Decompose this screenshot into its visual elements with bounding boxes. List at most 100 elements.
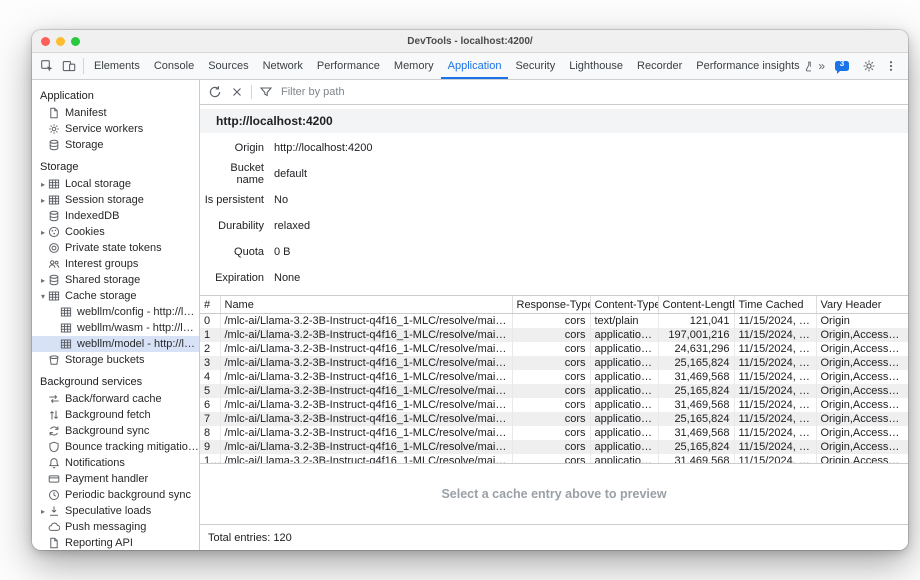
cache-meta-value: relaxed — [274, 220, 310, 232]
service-worker-icon — [48, 123, 60, 135]
expander-right-icon[interactable]: ▸ — [38, 276, 48, 285]
column-header-content-type[interactable]: Content-Type — [590, 296, 658, 314]
tab-performance-insights[interactable]: Performance insights — [689, 53, 811, 79]
more-tabs-chevron-icon[interactable]: » — [811, 59, 832, 73]
delete-selected-icon[interactable] — [226, 82, 248, 102]
tab-elements[interactable]: Elements — [87, 53, 147, 79]
cache-entry-row[interactable]: 0/mlc-ai/Llama-3.2-3B-Instruct-q4f16_1-M… — [200, 314, 908, 329]
sidebar-item-private-state-tokens[interactable]: Private state tokens — [32, 240, 199, 256]
sidebar-item-label: Periodic background sync — [65, 489, 191, 501]
cell-name: /mlc-ai/Llama-3.2-3B-Instruct-q4f16_1-ML… — [220, 314, 512, 329]
cache-view: http://localhost:4200 Originhttp://local… — [200, 105, 908, 463]
inspect-element-icon[interactable] — [36, 56, 58, 76]
cell-content-type: application/oc… — [590, 440, 658, 454]
expander-right-icon[interactable]: ▸ — [38, 507, 48, 516]
tab-label: Recorder — [637, 60, 682, 72]
sidebar-item-storage[interactable]: Storage — [32, 137, 199, 153]
tab-lighthouse[interactable]: Lighthouse — [562, 53, 630, 79]
sidebar-item-label: Session storage — [65, 194, 144, 206]
sidebar-item-local-storage[interactable]: ▸Local storage — [32, 176, 199, 192]
minimize-window-button[interactable] — [56, 37, 65, 46]
console-messages-button[interactable]: 3 — [835, 59, 855, 73]
cache-entry-row[interactable]: 8/mlc-ai/Llama-3.2-3B-Instruct-q4f16_1-M… — [200, 426, 908, 440]
sidebar-item-session-storage[interactable]: ▸ Session storage — [32, 192, 199, 208]
tab-console[interactable]: Console — [147, 53, 201, 79]
cell-number: 9 — [200, 440, 220, 454]
tab-security[interactable]: Security — [508, 53, 562, 79]
cache-entry-row[interactable]: 6/mlc-ai/Llama-3.2-3B-Instruct-q4f16_1-M… — [200, 398, 908, 412]
column-header-content-length[interactable]: Content-Length — [658, 296, 734, 314]
cache-entry-row[interactable]: 2/mlc-ai/Llama-3.2-3B-Instruct-q4f16_1-M… — [200, 342, 908, 356]
sidebar-item-label: webllm/config - http://loc… — [77, 306, 199, 318]
filter-funnel-icon — [255, 82, 277, 102]
sidebar-item-payment-handler[interactable]: Payment handler — [32, 471, 199, 487]
zoom-window-button[interactable] — [71, 37, 80, 46]
sidebar-item-webllm-model-http-loc[interactable]: webllm/model - http://loc… — [32, 336, 199, 352]
column-header-vary-header[interactable]: Vary Header — [816, 296, 908, 314]
refresh-icon[interactable] — [204, 82, 226, 102]
settings-gear-icon[interactable] — [858, 56, 880, 76]
sidebar-item-back-forward-cache[interactable]: Back/forward cache — [32, 391, 199, 407]
database-icon — [48, 139, 60, 151]
filter-input[interactable]: Filter by path — [281, 86, 345, 98]
expander-right-icon[interactable]: ▸ — [38, 228, 48, 237]
sidebar-item-background-fetch[interactable]: Background fetch — [32, 407, 199, 423]
cell-content-length: 25,165,824 — [658, 412, 734, 426]
tab-recorder[interactable]: Recorder — [630, 53, 689, 79]
sidebar-item-service-workers[interactable]: Service workers — [32, 121, 199, 137]
sidebar-item-indexeddb[interactable]: IndexedDB — [32, 208, 199, 224]
document-icon — [48, 537, 60, 549]
sidebar-item-storage-buckets[interactable]: Storage buckets — [32, 352, 199, 368]
cache-entry-row[interactable]: 3/mlc-ai/Llama-3.2-3B-Instruct-q4f16_1-M… — [200, 356, 908, 370]
device-toolbar-icon[interactable] — [58, 56, 80, 76]
column-header-number[interactable]: # — [200, 296, 220, 314]
cell-content-type: application/oc… — [590, 412, 658, 426]
tab-performance[interactable]: Performance — [310, 53, 387, 79]
cache-entry-row[interactable]: 9/mlc-ai/Llama-3.2-3B-Instruct-q4f16_1-M… — [200, 440, 908, 454]
column-header-name[interactable]: Name — [220, 296, 512, 314]
sidebar-item-reporting-api[interactable]: Reporting API — [32, 535, 199, 550]
flask-icon — [804, 61, 812, 72]
cell-name: /mlc-ai/Llama-3.2-3B-Instruct-q4f16_1-ML… — [220, 398, 512, 412]
cell-response-type: cors — [512, 314, 590, 329]
expander-down-icon[interactable]: ▾ — [38, 292, 48, 301]
sidebar-item-label: webllm/model - http://loc… — [77, 338, 199, 350]
sidebar-item-push-messaging[interactable]: Push messaging — [32, 519, 199, 535]
sidebar-item-manifest[interactable]: Manifest — [32, 105, 199, 121]
cell-vary-header: Origin,Access… — [816, 342, 908, 356]
tab-application[interactable]: Application — [441, 53, 509, 79]
sidebar-item-webllm-wasm-http-loca[interactable]: webllm/wasm - http://loca… — [32, 320, 199, 336]
tab-memory[interactable]: Memory — [387, 53, 441, 79]
cache-entry-row[interactable]: 10/mlc-ai/Llama-3.2-3B-Instruct-q4f16_1-… — [200, 454, 908, 463]
tab-network[interactable]: Network — [256, 53, 310, 79]
cache-entry-row[interactable]: 1/mlc-ai/Llama-3.2-3B-Instruct-q4f16_1-M… — [200, 328, 908, 342]
cache-entry-row[interactable]: 4/mlc-ai/Llama-3.2-3B-Instruct-q4f16_1-M… — [200, 370, 908, 384]
tab-sources[interactable]: Sources — [201, 53, 255, 79]
expander-right-icon[interactable]: ▸ — [38, 196, 48, 205]
sidebar-item-interest-groups[interactable]: Interest groups — [32, 256, 199, 272]
sidebar-item-webllm-config-http-loc[interactable]: webllm/config - http://loc… — [32, 304, 199, 320]
sidebar-item-cookies[interactable]: ▸Cookies — [32, 224, 199, 240]
sidebar-item-label: Interest groups — [65, 258, 138, 270]
cache-entry-row[interactable]: 7/mlc-ai/Llama-3.2-3B-Instruct-q4f16_1-M… — [200, 412, 908, 426]
cache-origin-header: http://localhost:4200 — [200, 109, 908, 133]
sidebar-item-shared-storage[interactable]: ▸Shared storage — [32, 272, 199, 288]
sidebar-item-bounce-tracking-mitigations[interactable]: Bounce tracking mitigations — [32, 439, 199, 455]
cache-meta-value: None — [274, 272, 300, 284]
close-window-button[interactable] — [41, 37, 50, 46]
more-options-kebab-icon[interactable] — [880, 56, 902, 76]
cell-content-type: text/plain — [590, 314, 658, 329]
sidebar-item-background-sync[interactable]: Background sync — [32, 423, 199, 439]
sidebar-item-speculative-loads[interactable]: ▸Speculative loads — [32, 503, 199, 519]
total-entries-label: Total entries: 120 — [208, 532, 292, 544]
sidebar-item-cache-storage[interactable]: ▾Cache storage — [32, 288, 199, 304]
sidebar-item-notifications[interactable]: Notifications — [32, 455, 199, 471]
cell-name: /mlc-ai/Llama-3.2-3B-Instruct-q4f16_1-ML… — [220, 328, 512, 342]
column-header-response-type[interactable]: Response-Type — [512, 296, 590, 314]
sidebar-item-label: Storage — [65, 139, 104, 151]
expander-right-icon[interactable]: ▸ — [38, 180, 48, 189]
cache-entry-row[interactable]: 5/mlc-ai/Llama-3.2-3B-Instruct-q4f16_1-M… — [200, 384, 908, 398]
sidebar-item-periodic-background-sync[interactable]: Periodic background sync — [32, 487, 199, 503]
column-header-time-cached[interactable]: Time Cached — [734, 296, 816, 314]
cell-content-length: 121,041 — [658, 314, 734, 329]
